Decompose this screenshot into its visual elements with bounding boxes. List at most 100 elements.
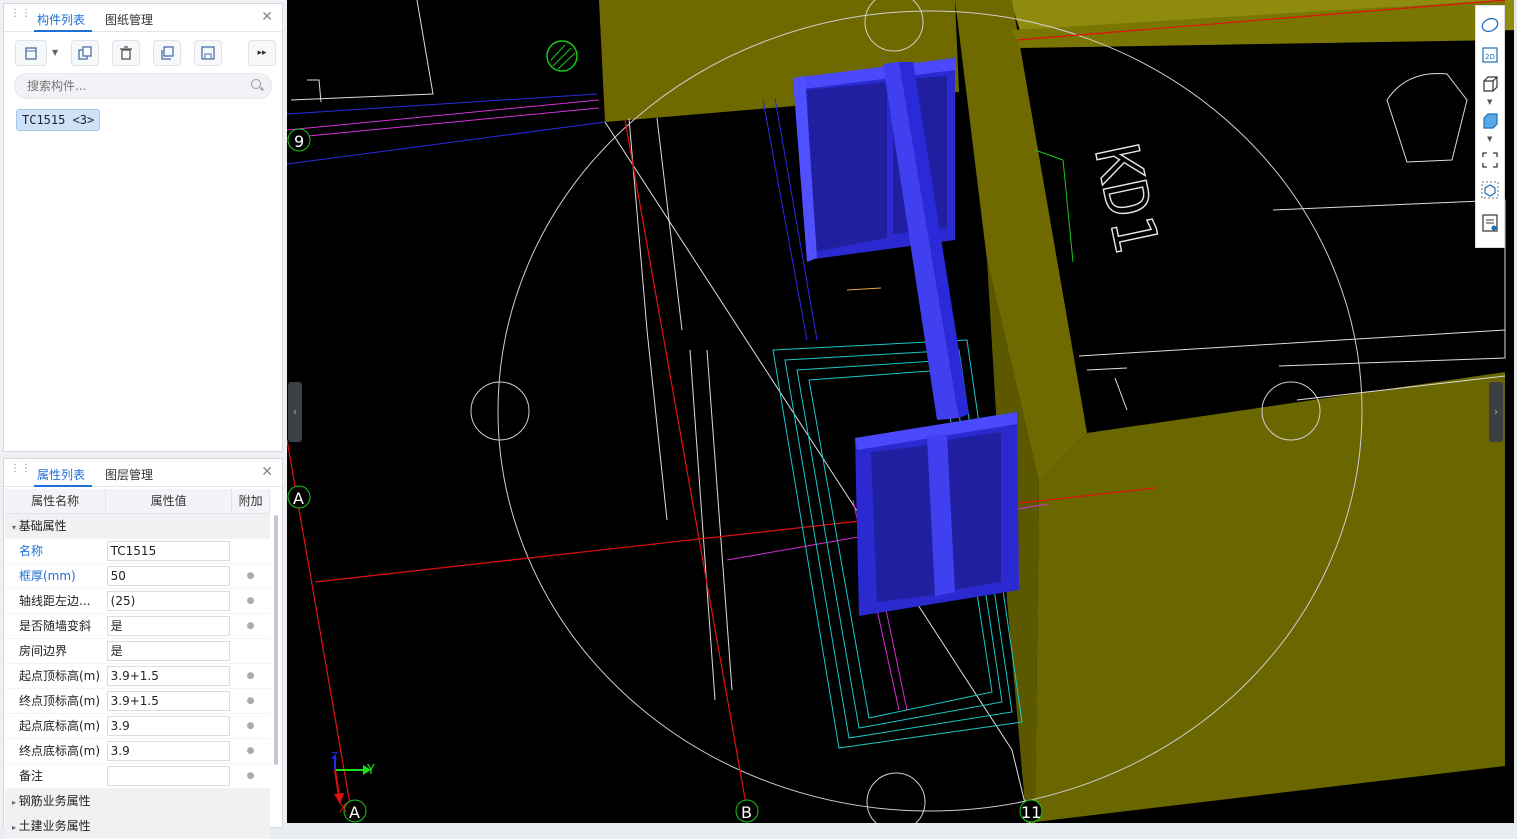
3d-view-icon <box>1483 76 1498 92</box>
property-value-field[interactable]: 3.9+1.5 <box>106 690 230 711</box>
active-tab-indicator <box>34 485 92 487</box>
extra-checkbox[interactable]: ● <box>231 563 270 589</box>
extra-checkbox[interactable]: ● <box>231 588 270 614</box>
extra-checkbox[interactable]: ● <box>231 763 270 789</box>
extra-checkbox[interactable]: ● <box>231 613 270 639</box>
group-label: 钢筋业务属性 <box>18 794 91 808</box>
trash-icon <box>120 46 132 60</box>
3d-view-button[interactable] <box>1479 73 1501 95</box>
layers-copy-icon <box>161 46 174 60</box>
property-value-field[interactable]: (25) <box>106 590 230 611</box>
svg-text:A: A <box>349 803 360 822</box>
drag-grip-icon[interactable]: ⋮⋮ <box>10 464 31 480</box>
table-row: 框厚(mm) 50 ● <box>5 563 270 589</box>
save-template-button[interactable] <box>194 40 222 66</box>
axis-label-b: B <box>735 799 759 823</box>
duplicate-floor-button[interactable] <box>153 40 181 66</box>
3d-viewport[interactable]: KD1 9 A A B 11 Y X Z ‹ › <box>287 0 1517 828</box>
property-name: 备注 <box>5 763 106 789</box>
solid-view-button[interactable] <box>1479 110 1501 132</box>
orbit-button[interactable] <box>1479 14 1501 36</box>
property-panel-tabs: ⋮⋮ 属性列表 图层管理 ✕ <box>4 459 282 487</box>
collapse-left-button[interactable]: ‹ <box>288 382 302 442</box>
more-tools-button[interactable]: ▸▸ <box>248 40 276 66</box>
svg-text:KD1: KD1 <box>1080 139 1171 260</box>
table-row: 名称 TC1515 <box>5 538 270 564</box>
property-name: 是否随墙变斜 <box>5 613 106 639</box>
copy-button[interactable] <box>71 40 99 66</box>
table-row: 起点顶标高(m) 3.9+1.5 ● <box>5 663 270 689</box>
group-row-rebar[interactable]: ▸ 钢筋业务属性 <box>5 788 270 814</box>
chevron-down-icon[interactable]: ▼ <box>1487 135 1492 143</box>
chevron-down-icon[interactable]: ▼ <box>52 48 58 57</box>
tab-drawing-management[interactable]: 图纸管理 <box>105 11 153 28</box>
group-row-basic[interactable]: ▾ 基础属性 <box>5 513 270 539</box>
chevron-left-icon: ‹ <box>293 406 297 418</box>
orange-cad-line <box>846 287 882 291</box>
table-row: 备注 ● <box>5 763 270 789</box>
column-header-value: 属性值 <box>105 489 233 514</box>
axis-label-a-left: A <box>287 485 311 509</box>
active-tab-indicator <box>34 30 92 32</box>
green-cad-line <box>1062 159 1074 263</box>
svg-text:X: X <box>339 801 347 815</box>
property-name: 终点底标高(m) <box>5 738 106 764</box>
properties-view-icon <box>1482 214 1498 232</box>
property-name: 房间边界 <box>5 638 106 664</box>
table-row: 终点底标高(m) 3.9 ● <box>5 738 270 764</box>
close-icon[interactable]: ✕ <box>261 464 273 480</box>
solid-view-icon <box>1483 113 1498 129</box>
chevron-down-icon[interactable]: ▼ <box>1487 98 1492 106</box>
group-row-civil[interactable]: ▸ 土建业务属性 <box>5 813 270 839</box>
property-value-field[interactable]: 是 <box>106 640 230 661</box>
search-icon[interactable] <box>251 79 261 89</box>
close-icon[interactable]: ✕ <box>261 9 273 25</box>
property-value-field[interactable] <box>106 765 230 786</box>
drag-grip-icon[interactable]: ⋮⋮ <box>10 9 31 25</box>
fullscreen-icon <box>1482 152 1498 168</box>
cube-select-button[interactable] <box>1479 179 1501 201</box>
component-list-item[interactable]: TC1515 <3> <box>16 109 101 131</box>
properties-view-button[interactable] <box>1479 212 1501 234</box>
fullscreen-button[interactable] <box>1479 149 1501 171</box>
extra-checkbox[interactable]: ● <box>231 688 270 714</box>
axis-bubble-circle <box>470 381 530 441</box>
status-bar <box>287 823 1517 828</box>
svg-text:A: A <box>293 489 304 508</box>
search-input[interactable] <box>27 79 247 93</box>
table-row: 起点底标高(m) 3.9 ● <box>5 713 270 739</box>
component-panel-tabs: ⋮⋮ 构件列表 图纸管理 ✕ <box>4 4 282 32</box>
property-value-field[interactable]: 50 <box>106 565 230 586</box>
property-value-field[interactable]: 3.9+1.5 <box>106 665 230 686</box>
axis-label-9: 9 <box>287 128 311 152</box>
property-value-field[interactable]: TC1515 <box>106 540 230 561</box>
chevron-right-icon: › <box>1494 406 1498 418</box>
collapse-right-button[interactable]: › <box>1489 382 1503 442</box>
property-name: 起点顶标高(m) <box>5 663 106 689</box>
axis-label-11: 11 <box>1019 799 1043 823</box>
cad-scene[interactable]: KD1 9 A A B 11 Y X Z <box>287 0 1517 828</box>
2d-view-button[interactable]: 2D <box>1479 44 1501 66</box>
tab-component-list[interactable]: 构件列表 <box>37 11 85 28</box>
delete-button[interactable] <box>112 40 140 66</box>
svg-text:11: 11 <box>1021 803 1041 822</box>
component-search <box>14 73 272 99</box>
cad-text-kd1: KD1 <box>1080 138 1172 260</box>
property-value-field[interactable]: 是 <box>106 615 230 636</box>
property-value-field[interactable]: 3.9 <box>106 715 230 736</box>
property-name: 框厚(mm) <box>5 563 106 589</box>
tab-property-list[interactable]: 属性列表 <box>37 466 85 483</box>
tab-layer-management[interactable]: 图层管理 <box>105 466 153 483</box>
extra-checkbox[interactable]: ● <box>231 663 270 689</box>
save-icon <box>201 46 215 60</box>
new-component-button[interactable] <box>15 40 47 66</box>
property-scrollbar[interactable] <box>274 515 278 765</box>
column-header-extra: 附加 <box>231 489 270 514</box>
extra-checkbox[interactable]: ● <box>231 713 270 739</box>
extra-checkbox[interactable]: ● <box>231 738 270 764</box>
component-list-panel: ⋮⋮ 构件列表 图纸管理 ✕ ▼ ▸▸ TC1515 <3> <box>3 3 283 452</box>
svg-text:B: B <box>741 803 752 822</box>
property-name: 起点底标高(m) <box>5 713 106 739</box>
property-value-field[interactable]: 3.9 <box>106 740 230 761</box>
property-table: 属性名称 属性值 附加 ▾ 基础属性 名称 TC1515 框厚(mm) 50 ● 轴线… <box>5 489 270 839</box>
